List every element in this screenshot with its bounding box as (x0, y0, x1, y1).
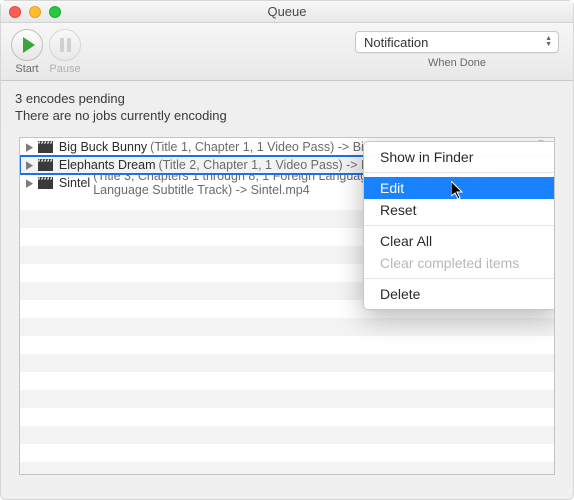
status-current: There are no jobs currently encoding (15, 108, 559, 123)
context-menu: Show in Finder Edit Reset Clear All Clea… (363, 141, 555, 310)
menu-separator (364, 225, 555, 226)
play-icon (23, 37, 35, 53)
clapperboard-icon (38, 141, 53, 153)
menu-item-show-in-finder[interactable]: Show in Finder (364, 146, 555, 168)
menu-item-reset[interactable]: Reset (364, 199, 555, 221)
disclosure-triangle-icon[interactable]: ▶ (26, 158, 33, 171)
disclosure-triangle-icon[interactable]: ▶ (26, 140, 33, 153)
menu-item-edit[interactable]: Edit (364, 177, 555, 199)
menu-separator (364, 172, 555, 173)
queue-list[interactable]: ▶ Big Buck Bunny (Title 1, Chapter 1, 1 … (19, 137, 555, 475)
clapperboard-icon (38, 177, 53, 189)
job-name: Elephants Dream (59, 158, 156, 172)
queue-window: Queue Start Pause Notification ▲▼ When D… (0, 0, 574, 500)
menu-item-clear-all[interactable]: Clear All (364, 230, 555, 252)
status-area: 3 encodes pending There are no jobs curr… (1, 81, 573, 131)
start-button-label: Start (15, 63, 38, 75)
job-name: Big Buck Bunny (59, 140, 147, 154)
toolbar: Start Pause Notification ▲▼ When Done (1, 23, 573, 81)
clapperboard-icon (38, 159, 53, 171)
when-done-label: When Done (428, 57, 486, 69)
start-button[interactable] (11, 29, 43, 61)
job-name: Sintel (59, 176, 90, 190)
menu-item-delete[interactable]: Delete (364, 283, 555, 305)
disclosure-triangle-icon[interactable]: ▶ (26, 176, 33, 189)
status-pending: 3 encodes pending (15, 91, 559, 106)
chevron-updown-icon: ▲▼ (545, 36, 552, 48)
window-title: Queue (1, 4, 573, 19)
titlebar: Queue (1, 1, 573, 23)
pause-button-label: Pause (49, 63, 80, 75)
pause-icon (60, 38, 71, 52)
menu-item-clear-completed: Clear completed items (364, 252, 555, 274)
when-done-select[interactable]: Notification ▲▼ (355, 31, 559, 53)
pause-button[interactable] (49, 29, 81, 61)
when-done-select-value: Notification (364, 35, 428, 50)
menu-separator (364, 278, 555, 279)
